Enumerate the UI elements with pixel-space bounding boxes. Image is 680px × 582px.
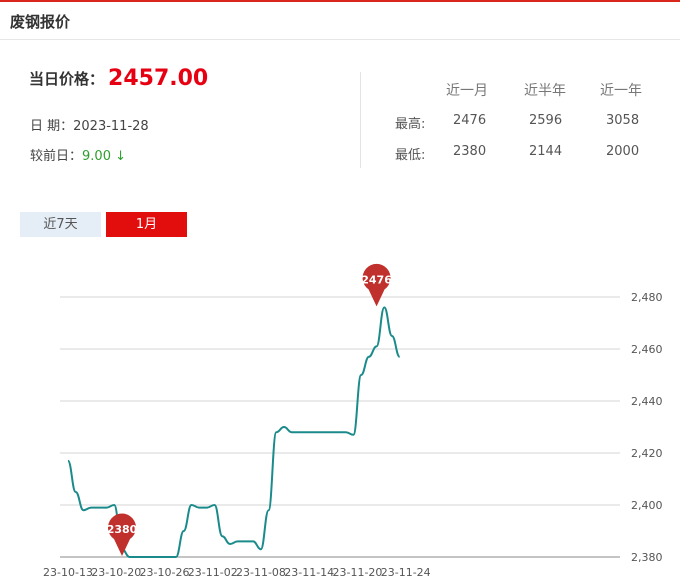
x-tick-label: 23-10-26	[140, 566, 190, 579]
x-tick-label: 23-10-13	[43, 566, 93, 579]
price-marker-label: 2476	[361, 273, 392, 286]
y-tick-label: 2,440	[631, 395, 663, 408]
y-tick-label: 2,460	[631, 343, 663, 356]
y-tick-label: 2,420	[631, 447, 663, 460]
x-tick-label: 23-11-24	[381, 566, 431, 579]
x-tick-label: 23-11-08	[236, 566, 286, 579]
x-tick-label: 23-11-02	[188, 566, 238, 579]
y-tick-label: 2,400	[631, 499, 663, 512]
y-tick-label: 2,380	[631, 551, 663, 564]
x-tick-label: 23-11-14	[284, 566, 334, 579]
y-tick-label: 2,480	[631, 291, 663, 304]
x-tick-label: 23-11-20	[333, 566, 383, 579]
x-tick-label: 23-10-20	[91, 566, 141, 579]
price-line-chart: 2476 2380 2,380 2,400 2,420 2,440 2,460 2,480 2…	[43, 263, 663, 579]
price-marker-label: 2380	[107, 523, 138, 536]
